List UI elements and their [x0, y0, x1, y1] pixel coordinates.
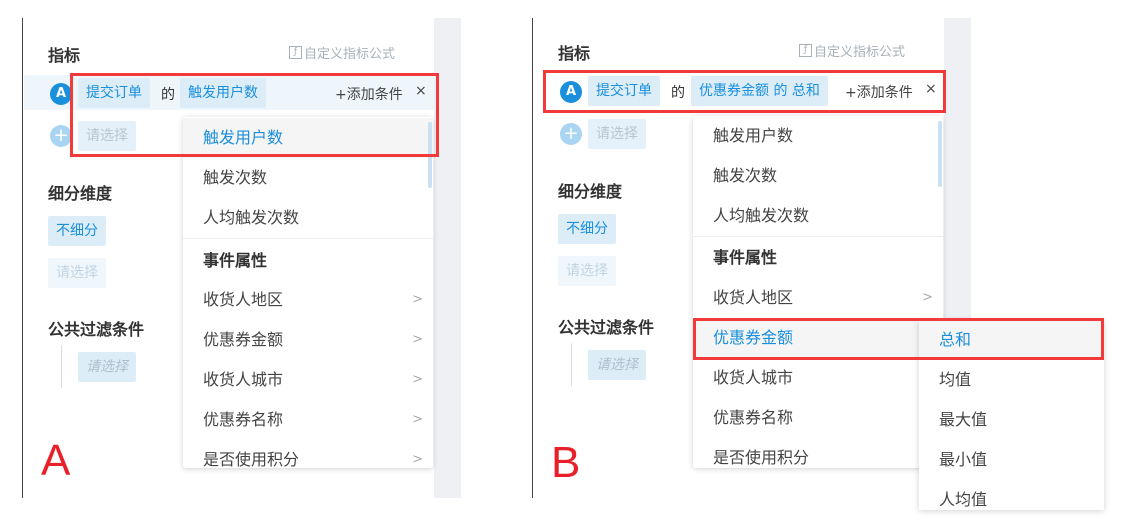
dropdown-item[interactable]: 收货人城市 [693, 358, 943, 398]
filter-title: 公共过滤条件 [48, 320, 145, 339]
dropdown-item[interactable]: 触发用户数 [693, 116, 943, 156]
dropdown-item[interactable]: 优惠券金额 [693, 318, 943, 358]
measure-chip[interactable]: 触发用户数 [180, 78, 266, 108]
custom-formula-label: 自定义指标公式 [304, 47, 396, 62]
submenu-item[interactable]: 人均值 [919, 480, 1104, 510]
event-chip[interactable]: 提交订单 [588, 76, 660, 106]
add-condition-button[interactable]: +添加条件 [335, 84, 403, 104]
of-label: 的 [671, 85, 685, 101]
dropdown-item[interactable]: 优惠券金额 > [183, 320, 433, 360]
breakdown-select-input[interactable]: 请选择 [48, 258, 106, 288]
aggregation-submenu: 总和 均值 最大值 最小值 人均值 [919, 320, 1104, 510]
dropdown-item[interactable]: 收货人地区 > [693, 278, 943, 318]
dropdown-item[interactable]: 收货人地区 > [183, 280, 433, 320]
dropdown-item[interactable]: 触发用户数 [183, 118, 433, 158]
add-condition-button[interactable]: +添加条件 [845, 82, 913, 102]
item-label: 优惠券名称 [713, 408, 794, 427]
dropdown-item[interactable]: 人均触发次数 [183, 198, 433, 238]
metric-select-input[interactable]: 请选择 [78, 121, 136, 151]
submenu-item[interactable]: 总和 [919, 320, 1104, 360]
event-chip[interactable]: 提交订单 [78, 78, 150, 108]
panel-letter: B [551, 438, 581, 487]
dropdown-item[interactable]: 人均触发次数 [693, 196, 943, 236]
item-label: 收货人地区 [203, 290, 284, 309]
chevron-right-icon: > [412, 412, 423, 427]
item-label: 是否使用积分 [203, 450, 300, 468]
metric-select-input[interactable]: 请选择 [588, 119, 646, 149]
item-label: 优惠券金额 [203, 330, 284, 349]
panel-b: 指标 ƒ 自定义指标公式 A 提交订单 的 优惠券金额 的 总和 +添加条件 × … [532, 18, 1104, 510]
of-label: 的 [161, 87, 175, 103]
dropdown-item[interactable]: 触发次数 [693, 156, 943, 196]
item-label: 优惠券金额 [713, 328, 794, 347]
dropdown-group-header: 事件属性 [203, 251, 268, 270]
panel-letter: A [41, 436, 71, 485]
formula-icon: ƒ [799, 44, 812, 57]
item-label: 是否使用积分 [713, 448, 810, 467]
item-label: 收货人城市 [203, 370, 284, 389]
custom-formula-link[interactable]: ƒ 自定义指标公式 [799, 41, 905, 60]
metrics-title: 指标 [48, 46, 81, 65]
filter-select-input[interactable]: 请选择 [588, 350, 646, 380]
chevron-right-icon: > [412, 332, 423, 347]
metric-badge: A [50, 83, 72, 105]
dropdown-item[interactable]: 触发次数 [183, 158, 433, 198]
dropdown-divider [693, 236, 943, 237]
dropdown-item[interactable]: 优惠券名称 [693, 398, 943, 438]
no-breakdown-chip[interactable]: 不细分 [558, 214, 616, 244]
custom-formula-link[interactable]: ƒ 自定义指标公式 [289, 43, 395, 62]
dropdown-item[interactable]: 是否使用积分 [693, 438, 943, 468]
chevron-right-icon: > [922, 290, 933, 305]
item-label: 优惠券名称 [203, 410, 284, 429]
breakdown-select-input[interactable]: 请选择 [558, 256, 616, 286]
measure-dropdown: 触发用户数 触发次数 人均触发次数 事件属性 收货人地区 > 优惠券金额 收货人城… [693, 116, 943, 468]
measure-chip[interactable]: 优惠券金额 的 总和 [691, 76, 828, 106]
submenu-item[interactable]: 最小值 [919, 440, 1104, 480]
formula-icon: ƒ [289, 46, 302, 59]
submenu-item[interactable]: 最大值 [919, 400, 1104, 440]
no-breakdown-chip[interactable]: 不细分 [48, 216, 106, 246]
add-metric-icon[interactable]: + [50, 125, 72, 147]
custom-formula-label: 自定义指标公式 [814, 45, 906, 60]
filter-guide-line [571, 343, 572, 386]
dropdown-item[interactable]: 收货人城市 > [183, 360, 433, 400]
breakdown-title: 细分维度 [558, 182, 623, 201]
remove-metric-icon[interactable]: × [925, 81, 937, 97]
dropdown-item[interactable]: 优惠券名称 > [183, 400, 433, 440]
chevron-right-icon: > [412, 372, 423, 387]
filter-title: 公共过滤条件 [558, 318, 655, 337]
dropdown-scrollbar[interactable] [428, 122, 432, 188]
filter-select-input[interactable]: 请选择 [78, 352, 136, 382]
chevron-right-icon: > [412, 292, 423, 307]
breakdown-title: 细分维度 [48, 184, 113, 203]
filter-guide-line [61, 345, 62, 388]
chevron-right-icon: > [412, 452, 423, 467]
side-strip [434, 18, 461, 498]
submenu-item[interactable]: 均值 [919, 360, 1104, 400]
dropdown-item[interactable]: 是否使用积分 > [183, 440, 433, 468]
panel-a: 指标 ƒ 自定义指标公式 A 提交订单 的 触发用户数 +添加条件 × + 请选择… [22, 18, 461, 498]
dropdown-divider [183, 238, 433, 239]
remove-metric-icon[interactable]: × [415, 83, 427, 99]
item-label: 收货人城市 [713, 368, 794, 387]
add-metric-icon[interactable]: + [560, 123, 582, 145]
item-label: 收货人地区 [713, 288, 794, 307]
dropdown-group-header: 事件属性 [713, 248, 778, 267]
metric-badge: A [560, 81, 582, 103]
metrics-title: 指标 [558, 44, 591, 63]
dropdown-scrollbar[interactable] [938, 121, 942, 187]
measure-dropdown: 触发用户数 触发次数 人均触发次数 事件属性 收货人地区 > 优惠券金额 > 收货人… [183, 117, 433, 468]
